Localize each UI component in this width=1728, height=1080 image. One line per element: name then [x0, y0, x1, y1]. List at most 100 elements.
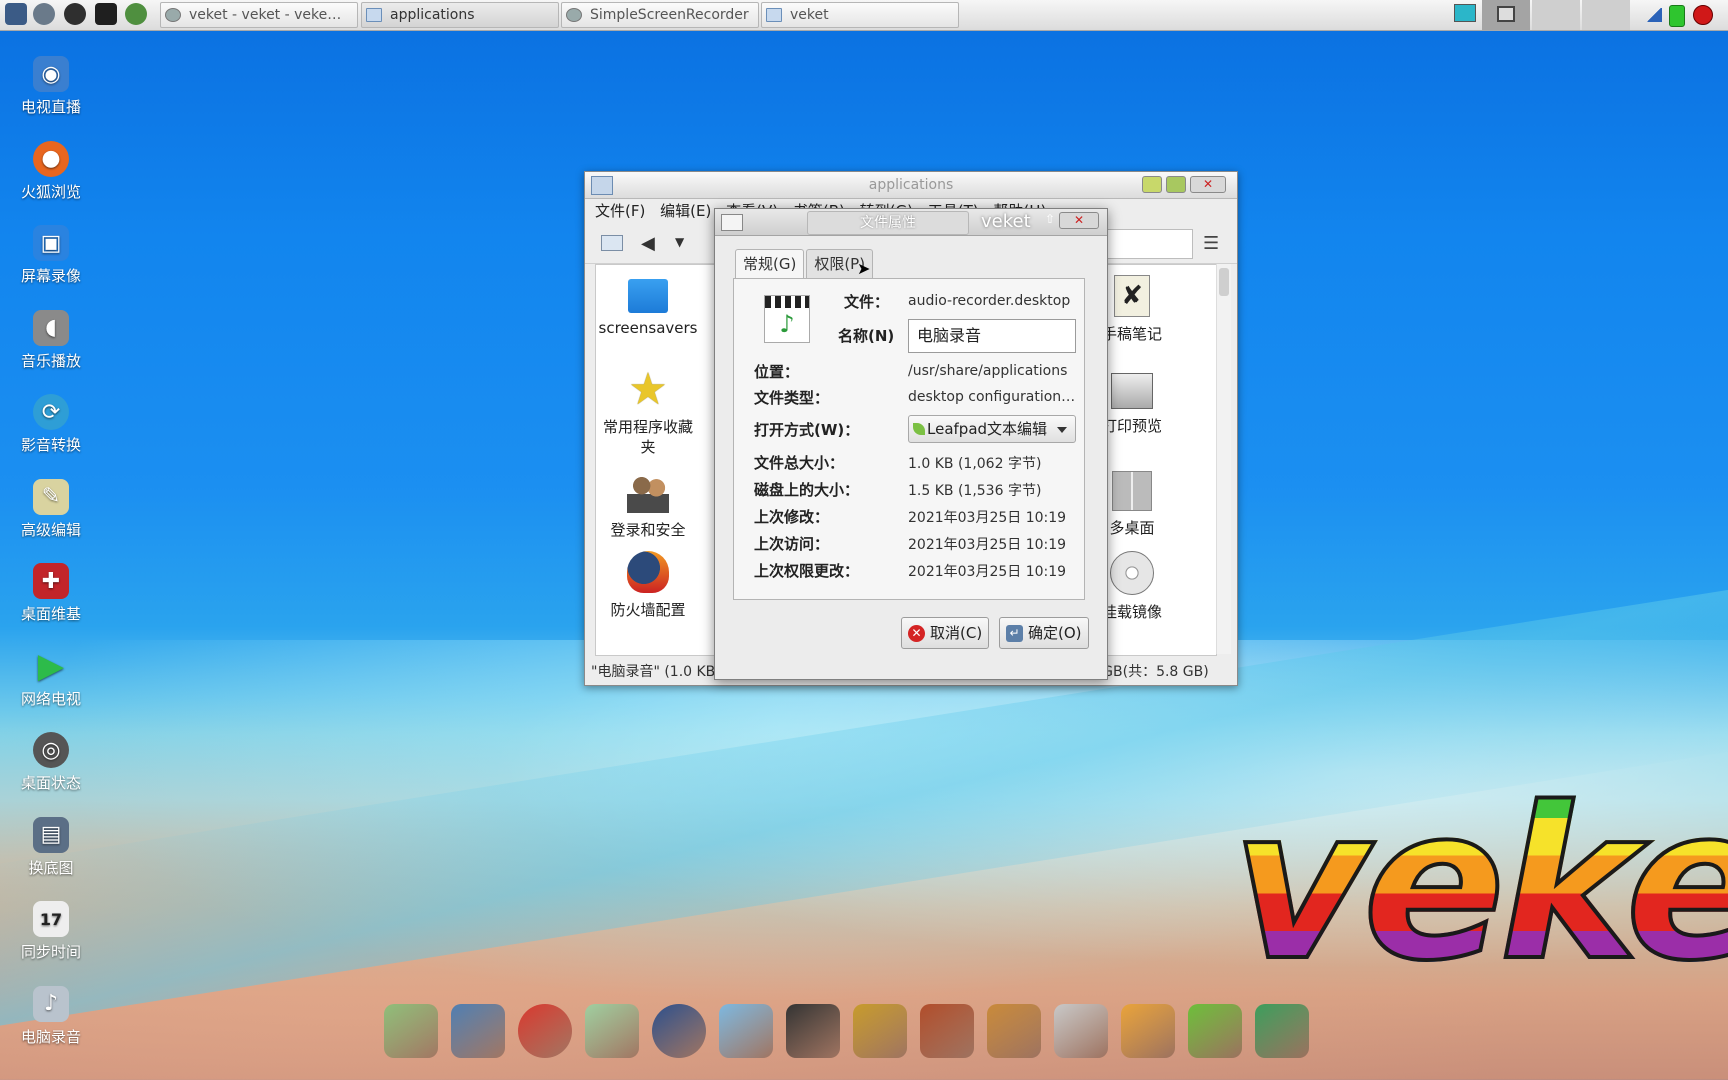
task-applications[interactable]: applications — [361, 2, 559, 28]
file-item[interactable]: 防火墙配置 — [598, 551, 698, 620]
recorder-icon — [566, 8, 582, 22]
task-veket-browser[interactable]: veket - veket - veke… — [160, 2, 358, 28]
fox-icon[interactable] — [518, 1004, 572, 1058]
maximize-button[interactable] — [1166, 176, 1186, 193]
signal-icon[interactable] — [1644, 0, 1664, 30]
file-properties-dialog: 文件属性 veket ⇧ ✕ 常规(G) 权限(P) ➤ ♪ 文件： audio… — [714, 208, 1108, 680]
desktop-icon-firefox[interactable]: ● 火狐浏览 — [8, 140, 94, 202]
ok-label: 确定(O) — [1028, 624, 1082, 642]
terminal-icon[interactable] — [95, 3, 117, 25]
notes-icon: ✘ — [1114, 275, 1150, 317]
desktop-icon-label: 换底图 — [28, 858, 74, 877]
name-field[interactable]: 电脑录音 — [908, 319, 1076, 353]
task-label: veket - veket - veke… — [189, 7, 342, 23]
window-titlebar[interactable]: applications ✕ — [585, 172, 1237, 199]
file-item[interactable]: ★ 常用程序收藏夹 — [598, 368, 698, 457]
qq-penguin-icon[interactable] — [786, 1004, 840, 1058]
desktop-icon-status[interactable]: ◎ 桌面状态 — [8, 732, 94, 793]
dock — [384, 998, 1344, 1064]
chevron-down-icon[interactable]: ▼ — [675, 235, 684, 249]
back-arrow-icon[interactable]: ◀ — [641, 233, 655, 254]
modified-label: 上次修改： — [754, 508, 830, 526]
network-icon[interactable] — [125, 3, 147, 25]
file-label: 防火墙配置 — [610, 601, 686, 619]
run-icon[interactable] — [64, 3, 86, 25]
file-type-icon: ♪ — [764, 295, 810, 343]
open-with-select[interactable]: Leafpad文本编辑 — [908, 415, 1076, 443]
desktop-icon-tv[interactable]: ◉ 电视直播 — [8, 56, 94, 117]
record-icon[interactable] — [1690, 0, 1714, 30]
desktop-icon-wallpaper[interactable]: ▤ 换底图 — [8, 816, 94, 878]
pin-icon[interactable]: ⇧ — [1045, 212, 1055, 226]
desktop-switcher-icon[interactable] — [1450, 0, 1478, 30]
tab-general[interactable]: 常规(G) — [735, 249, 805, 278]
folder-icon — [628, 279, 668, 313]
book-icon[interactable] — [853, 1004, 907, 1058]
camera-icon[interactable] — [1255, 1004, 1309, 1058]
window-menu-icon[interactable] — [721, 214, 743, 231]
desktop-icon-label: 高级编辑 — [20, 520, 81, 539]
tv-icon: ◉ — [33, 56, 69, 92]
media-player-icon[interactable] — [652, 1004, 706, 1058]
media-convert-icon: ⟳ — [33, 394, 69, 430]
workspace-2[interactable] — [1532, 0, 1580, 30]
ok-button[interactable]: ↵ 确定(O) — [999, 617, 1089, 649]
desktop-icon-tools[interactable]: ✚ 桌面维基 — [8, 563, 94, 624]
chevron-down-icon — [1057, 427, 1067, 433]
file-type-value: desktop configuration… — [908, 389, 1076, 405]
settings-icon[interactable] — [33, 3, 55, 25]
file-label: 常用程序收藏夹 — [602, 418, 693, 456]
scrollbar-thumb[interactable] — [1219, 268, 1229, 296]
desktop-icon-editor[interactable]: ✎ 高级编辑 — [8, 478, 94, 540]
veket-logo: veke — [1230, 778, 1728, 992]
file-manager-icon[interactable] — [384, 1004, 438, 1058]
desktop-icon-label: 影音转换 — [20, 436, 81, 454]
workspace-3[interactable] — [1582, 0, 1630, 30]
usb-icon[interactable] — [1054, 1004, 1108, 1058]
tab-bar: 常规(G) 权限(P) — [735, 249, 875, 278]
file-item[interactable]: 登录和安全 — [598, 471, 698, 540]
desktop-icon-screen-record[interactable]: ▣ 屏幕录像 — [8, 225, 94, 286]
workspace-1[interactable] — [1482, 0, 1530, 30]
cancel-button[interactable]: ✕ 取消(C) — [901, 617, 990, 649]
firewall-icon — [627, 551, 669, 593]
desktop-icon-media-convert[interactable]: ⟳ 影音转换 — [8, 394, 94, 455]
close-button[interactable]: ✕ — [1190, 176, 1226, 193]
minimize-button[interactable] — [1142, 176, 1162, 193]
desktop-icon-speaker[interactable]: ◖ 音乐播放 — [8, 309, 94, 371]
veket-app-icon[interactable] — [1121, 1004, 1175, 1058]
menu-file[interactable]: 文件(F) — [595, 202, 645, 220]
menu-edit[interactable]: 编辑(E) — [660, 202, 711, 220]
monitor-icon[interactable] — [451, 1004, 505, 1058]
folder-icon — [591, 176, 613, 195]
desktop-icon-label: 屏幕录像 — [20, 267, 81, 285]
open-with-label: 打开方式(W)： — [754, 421, 860, 439]
folder-icon — [366, 8, 382, 22]
task-screen-recorder[interactable]: SimpleScreenRecorder — [561, 2, 759, 28]
editor-icon: ✎ — [33, 478, 69, 515]
dialog-title: 文件属性 — [807, 211, 969, 235]
file-label: 登录和安全 — [610, 521, 686, 539]
file-value: audio-recorder.desktop — [908, 293, 1071, 309]
dialog-titlebar[interactable]: 文件属性 veket ⇧ ✕ — [715, 209, 1107, 236]
screen-record-icon: ▣ — [33, 225, 69, 261]
close-button[interactable]: ✕ — [1059, 212, 1099, 229]
file-label: 打印预览 — [1101, 417, 1162, 435]
help-icon[interactable] — [1188, 1004, 1242, 1058]
file-item[interactable]: screensavers — [598, 275, 698, 337]
desktop-icon-play[interactable]: ▶ 网络电视 — [8, 646, 94, 709]
battery-icon[interactable] — [1666, 0, 1686, 30]
new-tab-icon[interactable] — [601, 235, 623, 251]
slides-icon[interactable] — [920, 1004, 974, 1058]
scrollbar[interactable] — [1216, 264, 1231, 654]
path-bar[interactable] — [1105, 229, 1193, 259]
system-monitor-icon[interactable] — [5, 3, 27, 25]
notepad-icon[interactable] — [585, 1004, 639, 1058]
menu-icon[interactable]: ☰ — [1203, 233, 1219, 254]
chat-icon[interactable] — [719, 1004, 773, 1058]
paint-icon[interactable] — [987, 1004, 1041, 1058]
desktop-icon-microphone[interactable]: ♪ 电脑录音 — [8, 985, 94, 1047]
desktop-icon-calendar[interactable]: 17 同步时间 — [8, 901, 94, 962]
task-veket[interactable]: veket — [761, 2, 959, 28]
tools-icon: ✚ — [33, 563, 69, 599]
